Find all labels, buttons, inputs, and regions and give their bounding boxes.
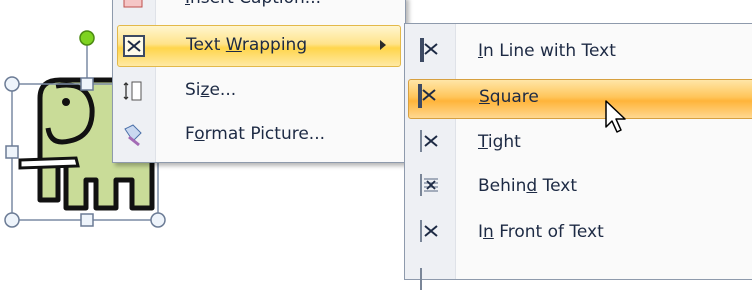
resize-handle-bottom[interactable]	[80, 213, 94, 227]
menu-item-label: Size...	[185, 80, 237, 100]
resize-handle-top-left[interactable]	[4, 76, 20, 92]
rotate-handle[interactable]	[79, 30, 95, 46]
behind-text-icon	[420, 174, 444, 199]
square-wrap-icon	[418, 84, 442, 110]
menu-item-size[interactable]: Size...	[115, 71, 403, 111]
submenu-item-label: Tight	[478, 132, 521, 152]
resize-handle-left[interactable]	[5, 145, 19, 159]
in-line-with-text-icon	[420, 38, 444, 64]
tight-wrap-icon	[420, 130, 444, 155]
insert-caption-icon	[121, 0, 145, 11]
document-canvas: Insert Caption... Text Wrapping Size... …	[0, 0, 752, 290]
submenu-item-label: In Line with Text	[478, 41, 616, 61]
format-picture-icon	[121, 123, 145, 147]
submenu-arrow-icon	[380, 40, 386, 50]
menu-item-format-picture[interactable]: Format Picture...	[115, 115, 403, 155]
menu-item-label: Text Wrapping	[186, 35, 308, 55]
resize-handle-bottom-right[interactable]	[150, 212, 166, 228]
submenu-item-label: Square	[479, 87, 539, 107]
submenu-item-label: In Front of Text	[478, 222, 604, 242]
resize-handle-top[interactable]	[80, 77, 94, 91]
size-icon	[121, 79, 145, 103]
text-wrapping-submenu: In Line with Text Square Tight Behind Te…	[404, 23, 752, 290]
menu-item-text-wrapping[interactable]: Text Wrapping	[117, 25, 401, 67]
text-wrapping-icon	[122, 34, 146, 58]
menu-item-label: Insert Caption...	[185, 0, 321, 8]
menu-item-insert-caption[interactable]: Insert Caption...	[115, 0, 403, 19]
submenu-item-square[interactable]: Square	[408, 79, 752, 119]
submenu-item-label: Behind Text	[478, 176, 577, 196]
context-menu: Insert Caption... Text Wrapping Size... …	[112, 0, 406, 163]
submenu-item-tight[interactable]: Tight	[408, 122, 752, 164]
submenu-item-behind-text[interactable]: Behind Text	[408, 166, 752, 208]
menu-item-label: Format Picture...	[185, 124, 326, 144]
mouse-cursor-icon	[605, 100, 626, 133]
resize-handle-bottom-left[interactable]	[4, 212, 20, 228]
in-front-of-text-icon	[420, 220, 444, 245]
submenu-item-in-line-with-text[interactable]: In Line with Text	[408, 31, 752, 73]
submenu-item-partial[interactable]	[408, 260, 752, 302]
wrap-icon	[420, 268, 444, 293]
submenu-item-in-front-of-text[interactable]: In Front of Text	[408, 212, 752, 254]
